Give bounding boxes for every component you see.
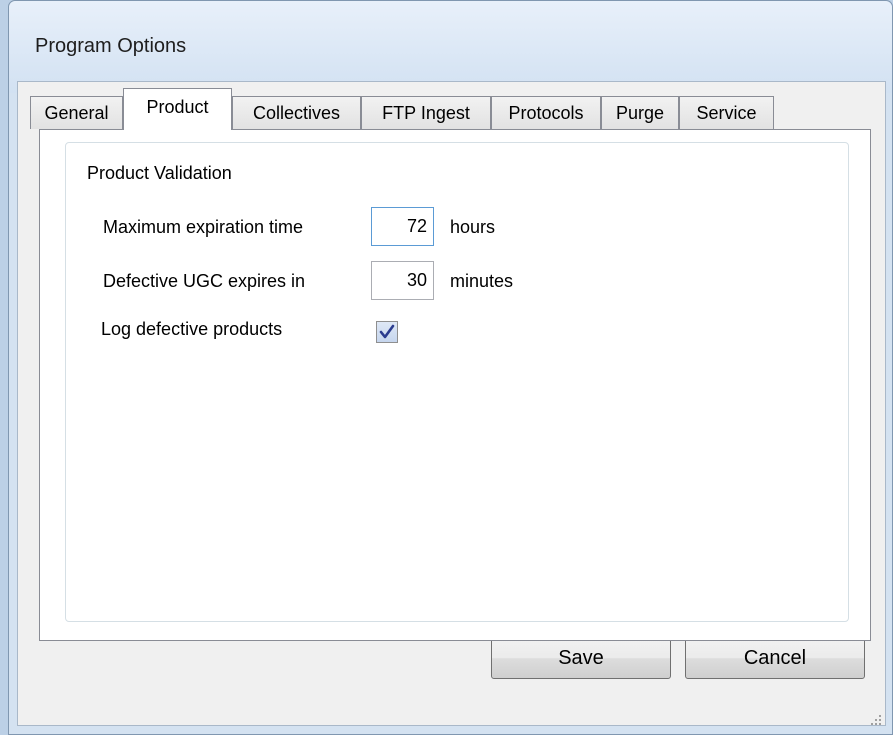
window-title: Program Options — [35, 35, 187, 57]
defective-ugc-label: Defective UGC expires in — [103, 271, 306, 291]
max-expiration-input[interactable] — [371, 207, 434, 246]
log-defective-checkbox[interactable] — [376, 321, 398, 343]
tab-ftp-ingest[interactable]: FTP Ingest — [361, 96, 491, 129]
cancel-button[interactable]: Cancel — [685, 637, 865, 679]
defective-ugc-input[interactable] — [371, 261, 434, 300]
tab-collectives[interactable]: Collectives — [232, 96, 361, 129]
max-expiration-unit: hours — [450, 217, 496, 237]
check-icon — [379, 324, 395, 339]
product-validation-group: Product Validation Maximum expiration ti… — [65, 142, 849, 622]
program-options-dialog: Program Options General Product Collecti… — [8, 0, 893, 735]
defective-ugc-unit: minutes — [450, 271, 514, 291]
tab-protocols[interactable]: Protocols — [491, 96, 601, 129]
tab-service[interactable]: Service — [679, 96, 774, 129]
resize-grip-icon[interactable] — [868, 712, 882, 726]
save-button[interactable]: Save — [491, 637, 671, 679]
max-expiration-label: Maximum expiration time — [103, 217, 304, 237]
group-title: Product Validation — [87, 163, 232, 183]
product-tab-page: Product Validation Maximum expiration ti… — [39, 129, 871, 641]
log-defective-label: Log defective products — [101, 319, 283, 339]
tab-product[interactable]: Product — [123, 88, 232, 130]
tab-purge[interactable]: Purge — [601, 96, 679, 129]
tab-general[interactable]: General — [30, 96, 123, 129]
title-bar[interactable]: Program Options — [9, 1, 892, 93]
